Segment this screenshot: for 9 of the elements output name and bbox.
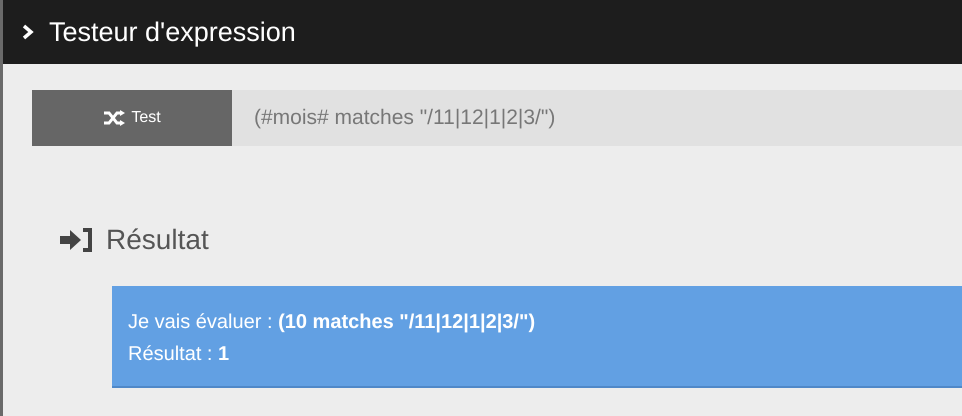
test-button[interactable]: Test [32,90,232,146]
result-line: Résultat : 1 [128,342,230,367]
sign-in-icon [58,227,94,253]
result-heading: Résultat [106,224,209,256]
panel-title: Testeur d'expression [49,16,296,48]
result-line: Je vais évaluer : (10 matches "/11|12|1|2|3/") [128,310,536,335]
expression-field[interactable]: (#mois# matches "/11|12|1|2|3/") [232,90,962,146]
shuffle-icon [103,110,126,126]
chevron-icon [21,24,35,40]
